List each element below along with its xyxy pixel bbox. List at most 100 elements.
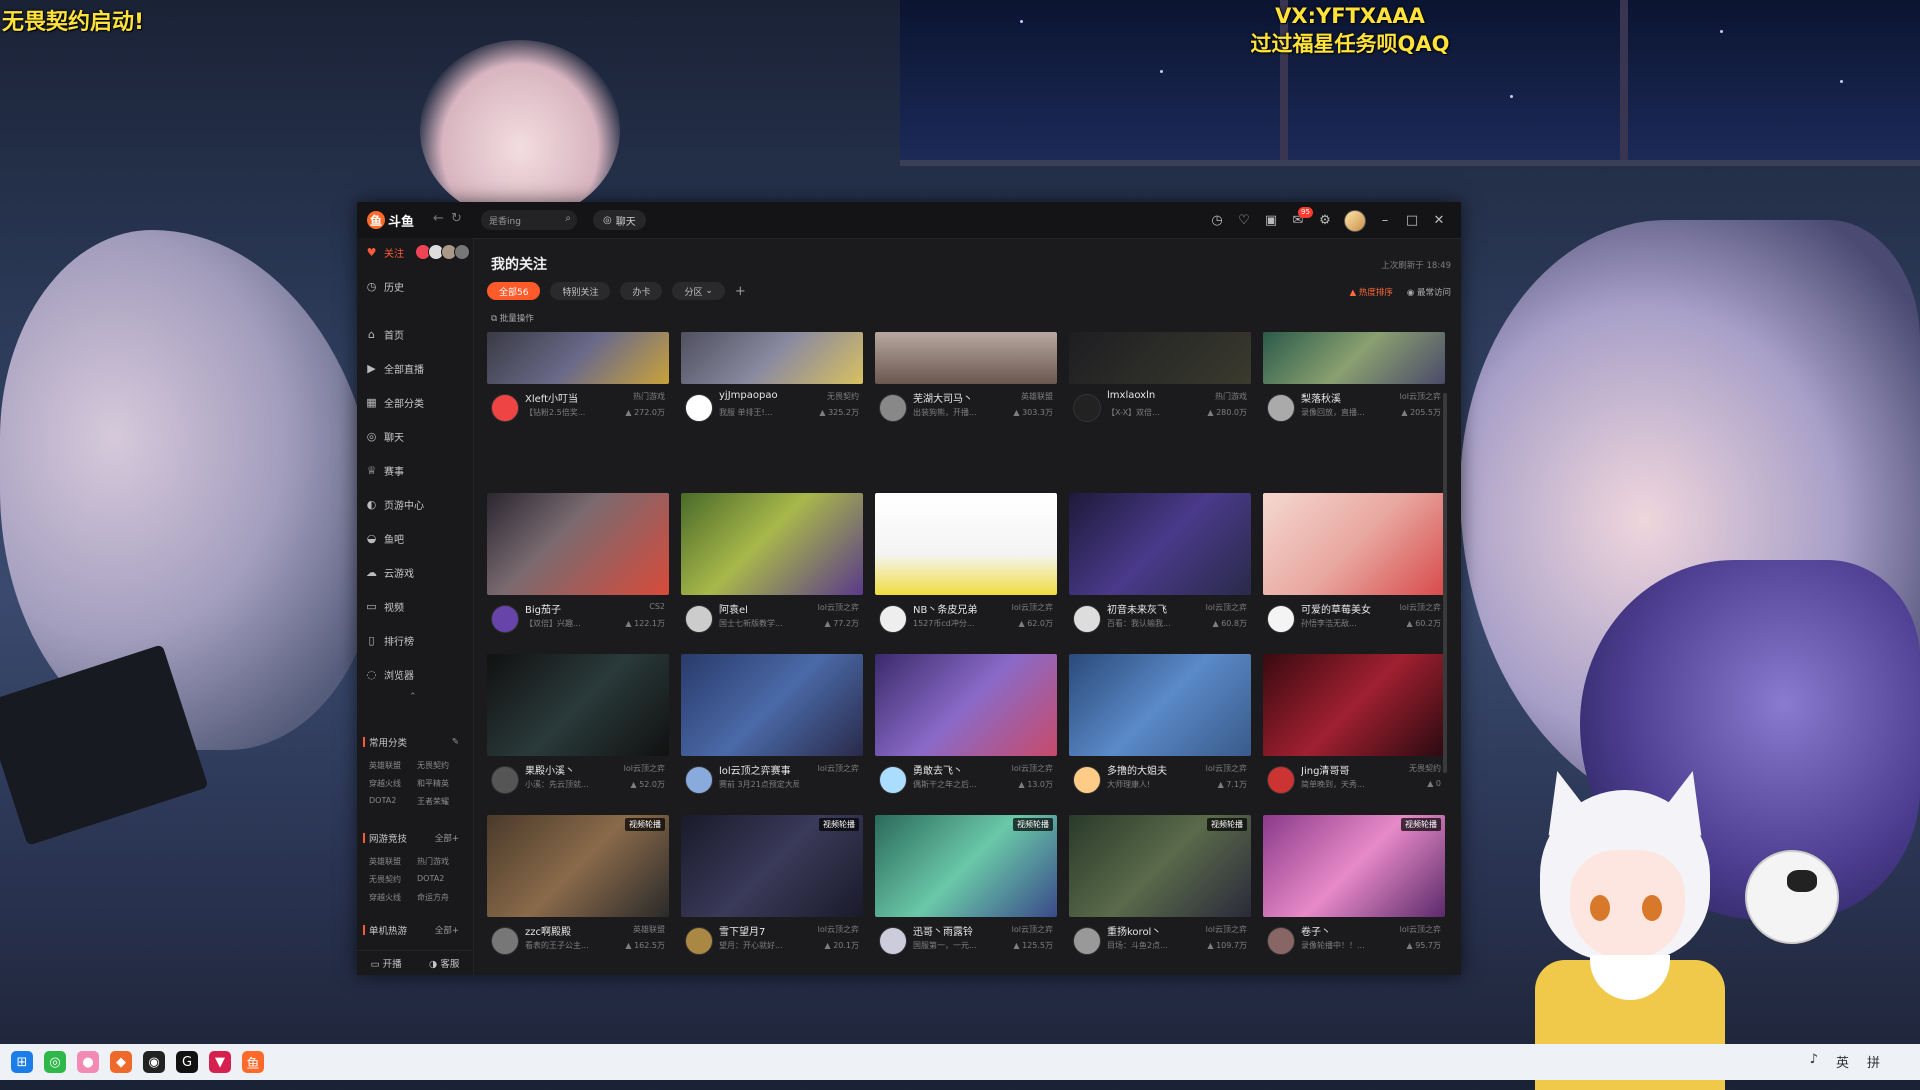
red-app-icon[interactable]: ▼: [209, 1051, 231, 1073]
stream-thumbnail[interactable]: 视频轮播: [1263, 815, 1445, 917]
stream-thumbnail[interactable]: [875, 332, 1057, 384]
pink-app-icon[interactable]: ●: [77, 1051, 99, 1073]
stream-card[interactable]: lmxlaoxln 热门游戏 【X-X】双倍... ▲ 280.0万: [1069, 332, 1251, 480]
stream-category[interactable]: 无畏契约: [827, 391, 859, 402]
stream-card[interactable]: Xleft小叮当 热门游戏 【钻粉2.5倍奖... ▲ 272.0万: [487, 332, 669, 480]
category-link[interactable]: 命运方舟: [417, 892, 465, 903]
stream-category[interactable]: lol云顶之弈: [624, 763, 665, 774]
stream-card[interactable]: 视频轮播 重扬korol丶 lol云顶之弈 目场：斗鱼2点... ▲ 109.7万: [1069, 815, 1251, 963]
stream-card[interactable]: Jing清哥哥 无畏契约 简单晚到，天秀... ▲ 0: [1263, 654, 1445, 802]
stream-category[interactable]: 无畏契约: [1409, 763, 1441, 774]
stream-card[interactable]: 果殿小溪丶 lol云顶之弈 小溪：先云顶就... ▲ 52.0万: [487, 654, 669, 802]
stream-category[interactable]: lol云顶之弈: [1012, 924, 1053, 935]
stream-category[interactable]: lol云顶之弈: [1012, 602, 1053, 613]
sidebar-item-fish-bar[interactable]: ◒ 鱼吧: [365, 528, 404, 548]
sidebar-item-video[interactable]: ▭ 视频: [365, 596, 404, 616]
sidebar-item-all-live[interactable]: ▶ 全部直播: [365, 358, 424, 378]
single-more-link[interactable]: 全部+: [435, 924, 459, 936]
stream-thumbnail[interactable]: [681, 493, 863, 595]
streamer-avatar[interactable]: [1073, 927, 1101, 955]
chat-button[interactable]: ◎ 聊天: [593, 210, 646, 230]
wechat-app-icon[interactable]: ◎: [44, 1051, 66, 1073]
category-link[interactable]: 热门游戏: [417, 856, 465, 867]
stream-card[interactable]: 视频轮播 卷子丶 lol云顶之弈 录像轮播中！！... ▲ 95.7万: [1263, 815, 1445, 963]
user-avatar[interactable]: [1344, 210, 1366, 232]
streamer-avatar[interactable]: [879, 605, 907, 633]
sidebar-item-browser[interactable]: ◌ 浏览器: [365, 664, 414, 684]
stream-thumbnail[interactable]: [681, 654, 863, 756]
stream-category[interactable]: 英雄联盟: [633, 924, 665, 935]
stream-category[interactable]: lol云顶之弈: [818, 602, 859, 613]
category-link[interactable]: 无畏契约: [369, 874, 417, 885]
ime-mode[interactable]: 拼: [1867, 1052, 1880, 1071]
sidebar-item-cloud-game[interactable]: ☁ 云游戏: [365, 562, 414, 582]
sidebar-item-follow[interactable]: ♥ 关注: [365, 242, 404, 262]
history-clock-icon[interactable]: ◷: [1209, 213, 1225, 229]
ime-indicator[interactable]: 英: [1836, 1052, 1849, 1071]
stream-thumbnail[interactable]: [1069, 493, 1251, 595]
stream-card[interactable]: Big茄子 CS2 【双倍】兴趣... ▲ 122.1万: [487, 493, 669, 641]
stream-thumbnail[interactable]: [487, 332, 669, 384]
stream-card[interactable]: yjJmpaopao 无畏契约 我服 单排王!... ▲ 325.2万: [681, 332, 863, 480]
stream-card[interactable]: 初音未来灰飞 lol云顶之弈 百看：我认输我... ▲ 60.8万: [1069, 493, 1251, 641]
streamer-name[interactable]: 阿袁el: [719, 601, 809, 616]
streamer-name[interactable]: 雪下望月7: [719, 923, 809, 938]
stream-category[interactable]: lol云顶之弈: [1400, 391, 1441, 402]
stream-thumbnail[interactable]: [1263, 332, 1445, 384]
search-input[interactable]: 是香ing ⌕: [481, 210, 577, 230]
streamer-name[interactable]: 勇敢去飞丶: [913, 762, 1003, 777]
stream-category[interactable]: CS2: [649, 602, 665, 611]
streamer-name[interactable]: NB丶条皮兄弟: [913, 601, 1003, 616]
streamer-name[interactable]: 迅哥丶雨露铃: [913, 923, 1003, 938]
streamer-avatar[interactable]: [685, 605, 713, 633]
chip-zone[interactable]: 分区 ⌄: [672, 282, 725, 300]
sidebar-item-all-category[interactable]: ▦ 全部分类: [365, 392, 424, 412]
sidebar-item-web-games[interactable]: ◐ 页游中心: [365, 494, 424, 514]
streamer-name[interactable]: 可爱的草莓美女: [1301, 601, 1391, 616]
stream-card[interactable]: 可爱的草莓美女 lol云顶之弈 孙悟李浩无敌... ▲ 60.2万: [1263, 493, 1445, 641]
streamer-avatar[interactable]: [491, 394, 519, 422]
category-link[interactable]: 无畏契约: [417, 760, 465, 771]
streamer-avatar[interactable]: [1073, 394, 1101, 422]
sidebar-item-home[interactable]: ⌂ 首页: [365, 324, 404, 344]
stream-thumbnail[interactable]: [875, 654, 1057, 756]
category-link[interactable]: 英雄联盟: [369, 760, 417, 771]
douyu-app-icon[interactable]: 鱼: [242, 1051, 264, 1073]
stream-card[interactable]: 视频轮播 雪下望月7 lol云顶之弈 望月：开心就好... ▲ 20.1万: [681, 815, 863, 963]
stream-thumbnail[interactable]: 视频轮播: [875, 815, 1057, 917]
stream-thumbnail[interactable]: 视频轮播: [487, 815, 669, 917]
streamer-avatar[interactable]: [1267, 927, 1295, 955]
streamer-avatar[interactable]: [1073, 605, 1101, 633]
streamer-name[interactable]: 卷子丶: [1301, 923, 1391, 938]
streamer-avatar[interactable]: [491, 927, 519, 955]
sidebar-item-rank[interactable]: ▯ 排行榜: [365, 630, 414, 650]
streamer-name[interactable]: Jing清哥哥: [1301, 762, 1391, 777]
stream-category[interactable]: 英雄联盟: [1021, 391, 1053, 402]
close-icon[interactable]: ✕: [1431, 213, 1447, 229]
stream-card[interactable]: 梨落秋溪 lol云顶之弈 录像回放，直播... ▲ 205.5万: [1263, 332, 1445, 480]
stream-thumbnail[interactable]: 视频轮播: [681, 815, 863, 917]
streamer-name[interactable]: lol云顶之弈赛事: [719, 762, 809, 777]
customer-service-button[interactable]: ◑ 客服: [429, 956, 459, 970]
category-link[interactable]: 穿越火线: [369, 892, 417, 903]
chip-special-follow[interactable]: 特别关注: [550, 282, 611, 300]
category-link[interactable]: DOTA2: [369, 796, 417, 807]
category-link[interactable]: 穿越火线: [369, 778, 417, 789]
microphone-icon[interactable]: ♪: [1810, 1052, 1818, 1071]
add-chip-icon[interactable]: +: [735, 284, 746, 299]
streamer-name[interactable]: zzc啊殿殿: [525, 923, 615, 938]
stream-thumbnail[interactable]: 视频轮播: [1069, 815, 1251, 917]
streamer-name[interactable]: yjJmpaopao: [719, 390, 809, 401]
collapse-chevron-icon[interactable]: ⌃: [409, 692, 417, 702]
streamer-avatar[interactable]: [879, 394, 907, 422]
stream-category[interactable]: lol云顶之弈: [1400, 924, 1441, 935]
search-icon[interactable]: ⌕: [565, 213, 571, 224]
streamer-name[interactable]: 果殿小溪丶: [525, 762, 615, 777]
stream-category[interactable]: lol云顶之弈: [1400, 602, 1441, 613]
stream-category[interactable]: 热门游戏: [633, 391, 665, 402]
streamer-avatar[interactable]: [491, 766, 519, 794]
chip-card[interactable]: 办卡: [620, 282, 663, 300]
sidebar-item-chat[interactable]: ◎ 聊天: [365, 426, 404, 446]
stream-card[interactable]: lol云顶之弈赛事 lol云顶之弈赛前 3月21点预定大局会...: [681, 654, 863, 802]
stream-thumbnail[interactable]: [681, 332, 863, 384]
